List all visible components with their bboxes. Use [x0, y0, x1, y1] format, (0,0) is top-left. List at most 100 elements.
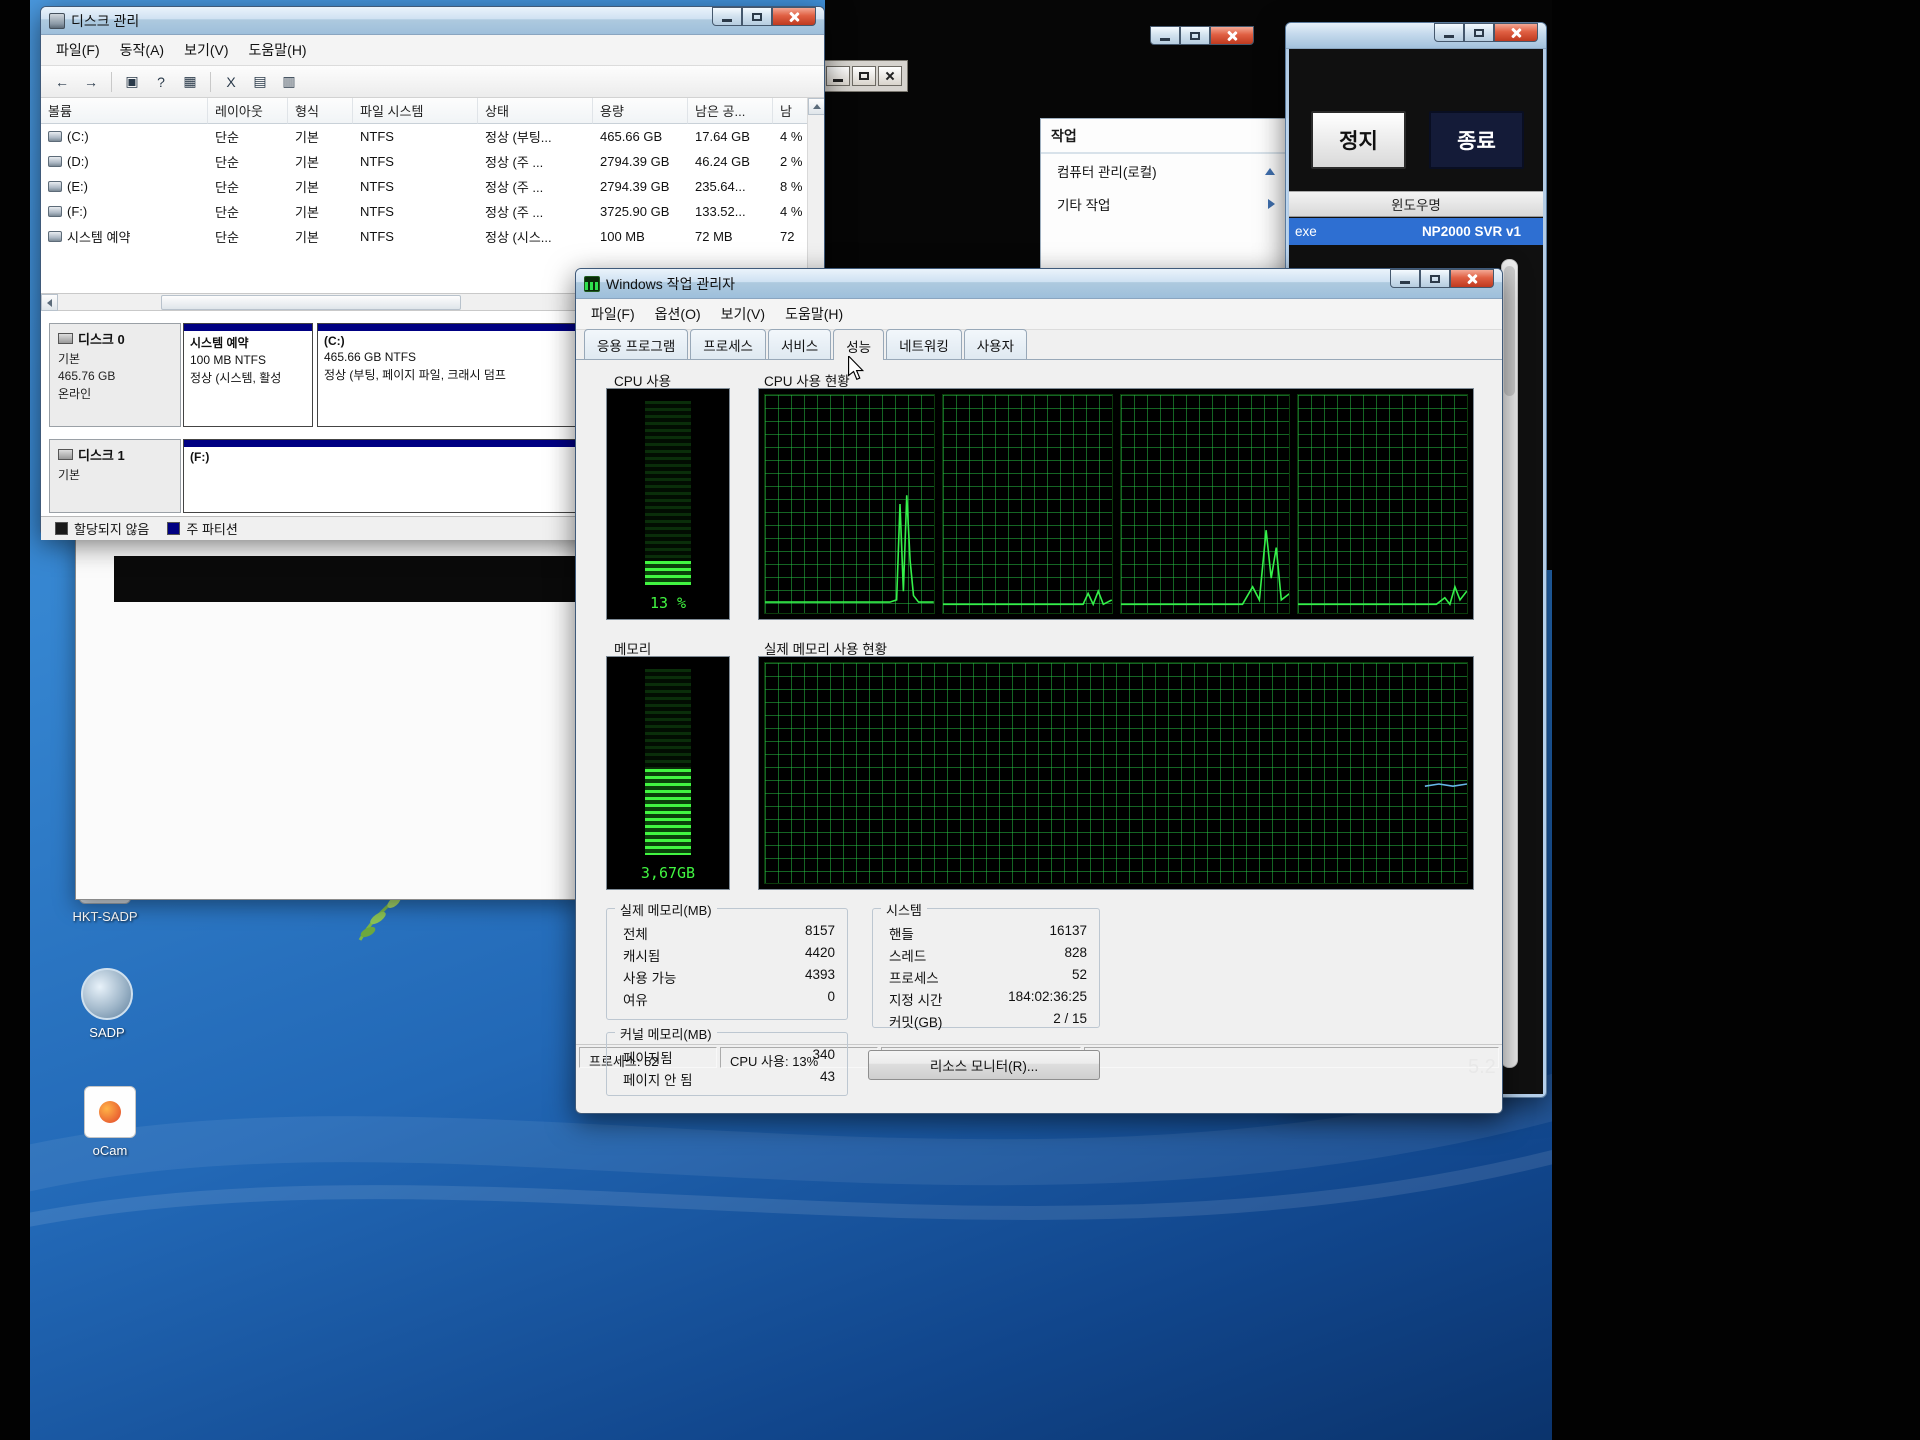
column-header[interactable]: 남은 공...	[688, 98, 773, 124]
column-header[interactable]: 레이아웃	[208, 98, 288, 124]
table-row[interactable]: 시스템 예약 단순 기본 NTFS 정상 (시스... 100 MB 72 MB…	[41, 224, 824, 249]
memory-gauge-value: 3,67GB	[607, 864, 729, 882]
menu-file[interactable]: 파일(F)	[47, 38, 109, 62]
close-icon	[1510, 27, 1522, 39]
tab-applications[interactable]: 응용 프로그램	[584, 329, 688, 359]
partition-system-reserved[interactable]: 시스템 예약 100 MB NTFS 정상 (시스템, 활성	[183, 323, 313, 427]
column-header[interactable]: 형식	[288, 98, 353, 124]
computer-management-window-controls	[1150, 26, 1254, 45]
volume-icon	[48, 131, 62, 142]
task-manager-titlebar[interactable]: Windows 작업 관리자	[576, 269, 1502, 299]
menu-file[interactable]: 파일(F)	[582, 302, 644, 326]
scroll-left-button[interactable]	[41, 294, 58, 311]
close-button[interactable]	[1494, 23, 1538, 42]
disk1-label[interactable]: 디스크 1 기본	[49, 439, 181, 513]
background-window-band	[114, 556, 576, 602]
minimize-button[interactable]	[826, 66, 850, 86]
menu-action[interactable]: 동작(A)	[111, 38, 173, 62]
tab-services[interactable]: 서비스	[768, 329, 831, 359]
collapse-icon[interactable]	[1265, 168, 1275, 175]
tab-networking[interactable]: 네트워킹	[886, 329, 962, 359]
exit-button[interactable]: 종료	[1429, 111, 1524, 169]
table-cell: (E:)	[67, 179, 88, 194]
properties-icon[interactable]: ▤	[247, 70, 273, 94]
maximize-icon	[1430, 275, 1440, 283]
column-header[interactable]: 볼륨	[41, 98, 208, 124]
table-cell: 2794.39 GB	[593, 174, 688, 199]
minimize-button[interactable]	[1434, 23, 1464, 42]
menu-help[interactable]: 도움말(H)	[776, 302, 852, 326]
desktop-icon-ocam[interactable]: oCam	[60, 1086, 160, 1158]
disk-type: 기본	[58, 466, 172, 483]
stop-button[interactable]: 정지	[1311, 111, 1406, 169]
minimize-icon	[833, 79, 843, 82]
actions-item-local[interactable]: 컴퓨터 관리(로컬)	[1041, 154, 1287, 187]
show-console-tree-icon[interactable]: ▣	[119, 70, 145, 94]
close-icon	[1466, 273, 1478, 285]
close-button[interactable]	[772, 7, 816, 26]
legend-item-unallocated: 할당되지 않음	[55, 519, 149, 538]
disk0-label[interactable]: 디스크 0 기본 465.76 GB 온라인	[49, 323, 181, 427]
resource-monitor-button[interactable]: 리소스 모니터(R)...	[868, 1050, 1100, 1080]
minimize-button[interactable]	[1150, 26, 1180, 45]
menu-help[interactable]: 도움말(H)	[240, 38, 316, 62]
actions-item-more[interactable]: 기타 작업	[1041, 187, 1287, 220]
tab-users[interactable]: 사용자	[964, 329, 1027, 359]
menu-view[interactable]: 보기(V)	[175, 38, 237, 62]
kernel-memory-group: 커널 메모리(MB) 페이지됨340 페이지 안 됨43	[606, 1032, 848, 1096]
close-button[interactable]	[1450, 269, 1494, 288]
table-row[interactable]: (C:) 단순 기본 NTFS 정상 (부팅... 465.66 GB 17.6…	[41, 124, 824, 149]
maximize-button[interactable]	[1180, 26, 1210, 45]
vertical-scrollbar[interactable]	[1501, 259, 1518, 1068]
disk-management-titlebar[interactable]: 디스크 관리	[41, 7, 824, 35]
maximize-button[interactable]	[742, 7, 772, 26]
disk-view-icon[interactable]: ▥	[276, 70, 302, 94]
volume-icon	[48, 156, 62, 167]
close-button[interactable]	[1210, 26, 1254, 45]
table-cell: 정상 (시스...	[478, 224, 593, 249]
maximize-button[interactable]	[1464, 23, 1494, 42]
table-row[interactable]: (F:) 단순 기본 NTFS 정상 (주 ... 3725.90 GB 133…	[41, 199, 824, 224]
table-row[interactable]: (D:) 단순 기본 NTFS 정상 (주 ... 2794.39 GB 46.…	[41, 149, 824, 174]
table-cell: 단순	[208, 199, 288, 224]
server-name: NP2000 SVR v1	[1422, 224, 1521, 239]
window-name-column-header[interactable]: 윈도우명	[1289, 191, 1543, 217]
np2000-titlebar[interactable]	[1286, 23, 1546, 49]
help-icon[interactable]: ?	[148, 70, 174, 94]
legend-label: 주 파티션	[186, 519, 237, 538]
scrollbar-thumb[interactable]	[1504, 266, 1515, 396]
delete-icon[interactable]: X	[218, 70, 244, 94]
table-cell: (D:)	[67, 154, 89, 169]
computer-management-actions-pane: 작업 컴퓨터 관리(로컬) 기타 작업	[1040, 118, 1288, 278]
window-title: Windows 작업 관리자	[606, 274, 735, 294]
server-list-item[interactable]: exe NP2000 SVR v1	[1289, 218, 1543, 245]
table-row[interactable]: (E:) 단순 기본 NTFS 정상 (주 ... 2794.39 GB 235…	[41, 174, 824, 199]
table-cell: 정상 (주 ...	[478, 199, 593, 224]
column-header-label: 윈도우명	[1391, 194, 1441, 214]
tab-processes[interactable]: 프로세스	[690, 329, 766, 359]
close-icon	[1226, 30, 1238, 42]
column-header[interactable]: 파일 시스템	[353, 98, 478, 124]
minimize-button[interactable]	[712, 7, 742, 26]
back-icon[interactable]: ←	[49, 70, 75, 94]
actions-item-label: 컴퓨터 관리(로컬)	[1057, 161, 1157, 181]
table-cell: 기본	[288, 174, 353, 199]
vertical-scrollbar[interactable]	[807, 98, 824, 293]
scroll-up-button[interactable]	[808, 98, 824, 115]
table-cell: 정상 (주 ...	[478, 174, 593, 199]
column-header[interactable]: 상태	[478, 98, 593, 124]
menu-options[interactable]: 옵션(O)	[646, 302, 710, 326]
column-header[interactable]: 용량	[593, 98, 688, 124]
expand-icon[interactable]	[1268, 199, 1275, 209]
stat-label: 사용 가능	[623, 967, 676, 987]
scrollbar-thumb[interactable]	[161, 295, 461, 310]
menu-view[interactable]: 보기(V)	[712, 302, 774, 326]
minimize-button[interactable]	[1390, 269, 1420, 288]
maximize-button[interactable]	[1420, 269, 1450, 288]
disk-management-menubar: 파일(F) 동작(A) 보기(V) 도움말(H)	[41, 35, 824, 66]
desktop-icon-sadp[interactable]: SADP	[57, 968, 157, 1040]
forward-icon[interactable]: →	[78, 70, 104, 94]
restore-button[interactable]	[852, 66, 876, 86]
export-list-icon[interactable]: ▦	[177, 70, 203, 94]
close-button[interactable]	[878, 66, 902, 86]
